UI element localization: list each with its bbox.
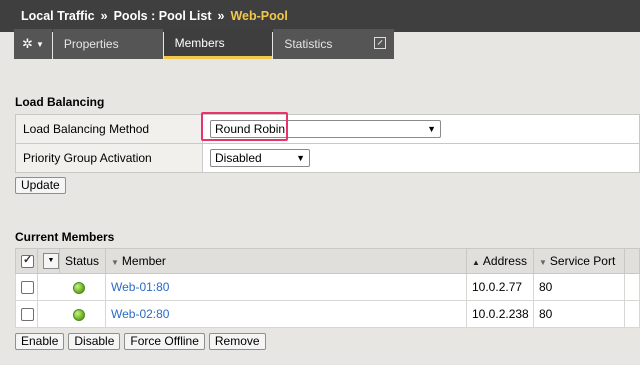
chevron-down-icon: ▼	[296, 153, 305, 163]
gear-icon: ✲	[22, 36, 33, 51]
member-actions: Enable Disable Force Offline Remove	[15, 333, 266, 350]
member-address: 10.0.2.77	[466, 273, 534, 301]
service-port-column-header[interactable]: ▼ Service Port	[533, 248, 625, 274]
select-all-checkbox[interactable]	[21, 253, 34, 269]
status-column-header[interactable]: Status	[59, 248, 106, 274]
address-column-label: Address	[482, 254, 527, 268]
member-column-header[interactable]: ▼ Member	[105, 248, 467, 274]
disable-button[interactable]: Disable	[68, 333, 121, 350]
sort-icon: ▼	[539, 258, 547, 267]
member-port: 80	[533, 300, 625, 328]
chevron-down-icon: ▼	[35, 39, 44, 49]
member-link[interactable]: Web-02:80	[111, 307, 169, 321]
tab-statistics[interactable]: Statistics	[273, 29, 395, 59]
sort-ascending-icon: ▲	[472, 258, 480, 267]
breadcrumb-separator: »	[100, 9, 108, 23]
breadcrumb: Local Traffic » Pools : Pool List » Web-…	[0, 0, 640, 32]
row-checkbox[interactable]	[21, 308, 34, 322]
breadcrumb-local-traffic[interactable]: Local Traffic	[21, 9, 95, 23]
priority-group-label: Priority Group Activation	[15, 143, 203, 173]
tab-properties[interactable]: Properties	[52, 29, 163, 59]
priority-group-select[interactable]: Disabled ▼	[210, 149, 310, 167]
column-menu-button[interactable]: ▼	[43, 253, 59, 269]
load-balancing-table: Load Balancing Method Round Robin ▼ Prio…	[15, 114, 640, 173]
status-available-icon	[73, 281, 85, 294]
update-button[interactable]: Update	[15, 177, 66, 194]
chevron-down-icon: ▼	[427, 124, 436, 134]
remove-button[interactable]: Remove	[208, 333, 266, 350]
lb-method-select[interactable]: Round Robin ▼	[210, 120, 441, 138]
member-link[interactable]: Web-01:80	[111, 280, 169, 294]
load-balancing-heading: Load Balancing	[15, 95, 105, 109]
address-column-header[interactable]: ▲ Address	[466, 248, 534, 274]
member-port: 80	[533, 273, 625, 301]
gear-menu-button[interactable]: ✲ ▼	[14, 29, 52, 59]
table-row: Web-02:80 10.0.2.238 80	[15, 300, 640, 328]
tab-bar: ✲ ▼ Properties Members Statistics	[14, 29, 395, 59]
lb-method-value: Round Robin	[215, 122, 286, 136]
row-checkbox[interactable]	[21, 281, 34, 295]
status-available-icon	[73, 308, 85, 321]
breadcrumb-current: Web-Pool	[230, 9, 288, 23]
priority-group-value: Disabled	[215, 151, 262, 165]
external-link-icon[interactable]	[374, 37, 387, 49]
tab-statistics-label: Statistics	[284, 37, 333, 51]
member-address: 10.0.2.238	[466, 300, 534, 328]
enable-button[interactable]: Enable	[15, 333, 65, 350]
current-members-heading: Current Members	[15, 230, 115, 244]
members-header-row: ▼ Status ▼Member ▲Address ▼Service Port	[15, 248, 640, 274]
extra-column-header	[624, 248, 640, 274]
breadcrumb-pool-list[interactable]: Pools : Pool List	[114, 9, 212, 23]
lb-method-label: Load Balancing Method	[15, 114, 203, 144]
tab-members[interactable]: Members	[163, 29, 273, 59]
service-port-column-label: Service Port	[549, 254, 616, 268]
members-table: ▼ Status ▼Member ▲Address ▼Service Port …	[15, 248, 640, 328]
member-column-label: Member	[121, 254, 166, 268]
table-row: Web-01:80 10.0.2.77 80	[15, 273, 640, 301]
breadcrumb-separator: »	[217, 9, 225, 23]
force-offline-button[interactable]: Force Offline	[124, 333, 205, 350]
sort-icon: ▼	[111, 258, 119, 267]
